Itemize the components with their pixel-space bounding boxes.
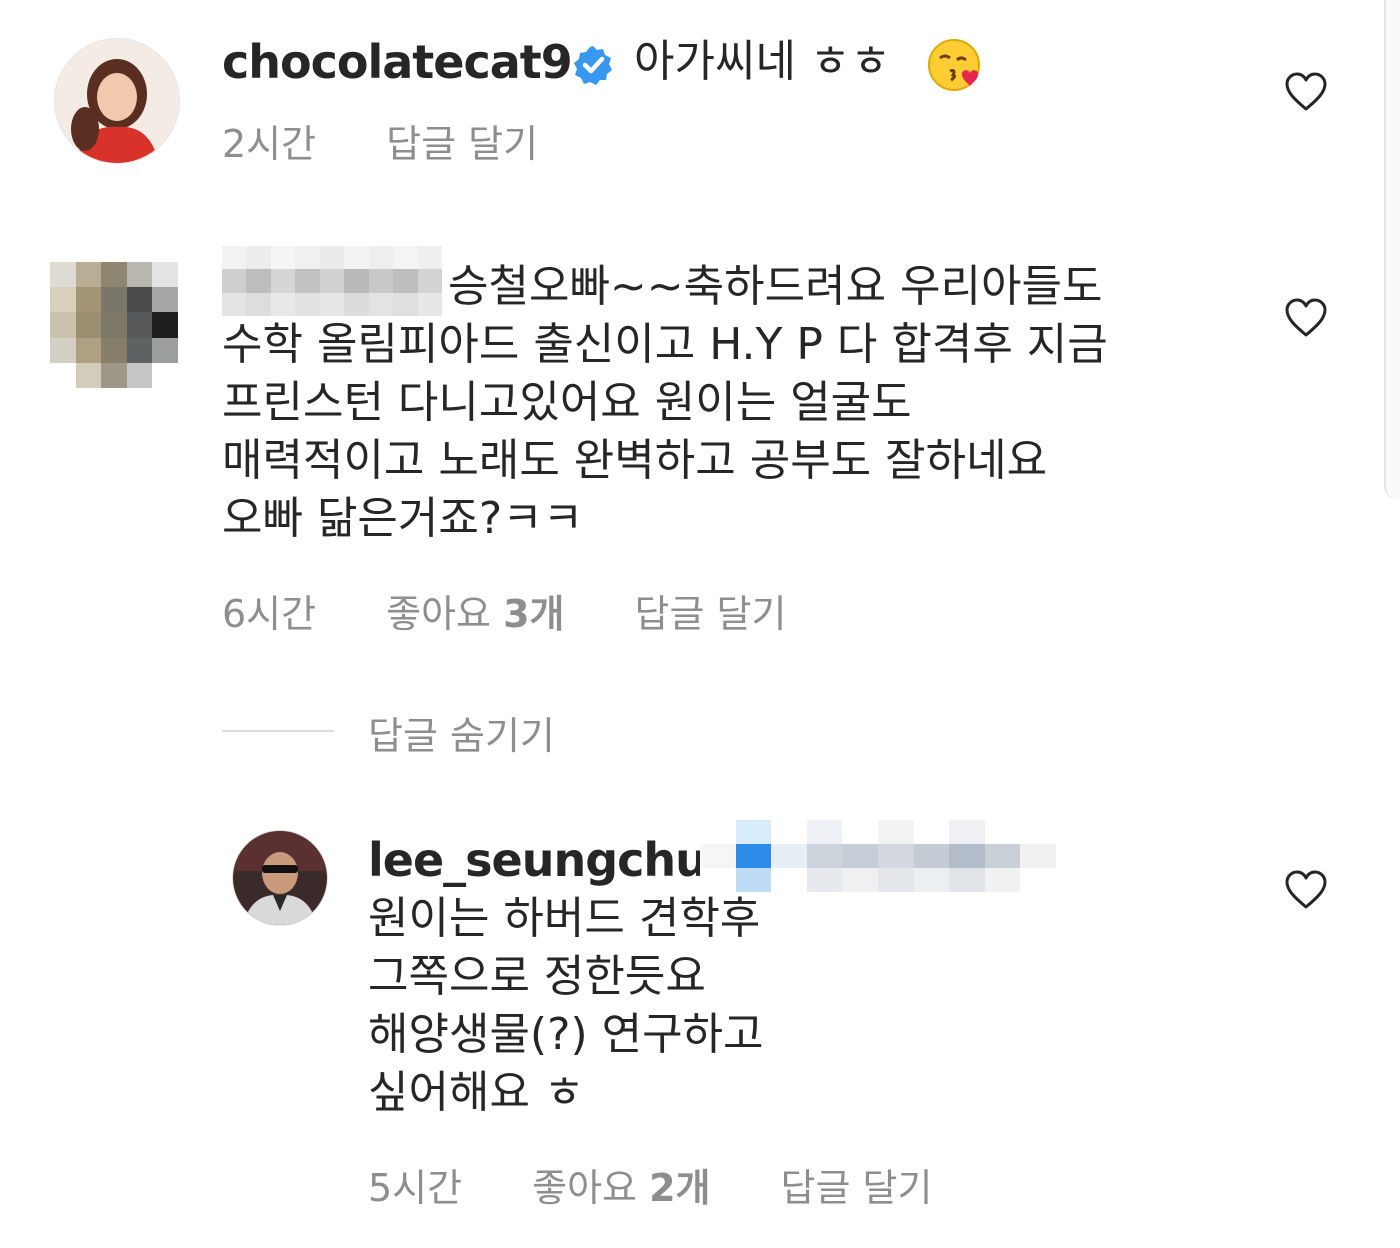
verified-badge-icon <box>574 46 612 85</box>
reply-meta: 5시간 좋아요 2개 답글 달기 <box>368 1158 1002 1210</box>
heart-icon[interactable] <box>1284 298 1328 338</box>
comment-1-text: 아가씨네 ㅎㅎ <box>634 36 891 87</box>
reply-username[interactable]: lee_seungchul <box>368 830 723 890</box>
reply-likes[interactable]: 좋아요 2개 <box>532 1157 710 1212</box>
comment-2-line: 오빠 닮은거죠?ㅋㅋ <box>222 493 584 544</box>
comment-2-time: 6시간 <box>222 591 317 636</box>
hide-replies-button[interactable]: 답글 숨기기 <box>368 706 555 758</box>
reply-reply-button[interactable]: 답글 달기 <box>780 1157 932 1212</box>
heart-icon[interactable] <box>1284 870 1328 910</box>
reply-text: 원이는 하버드 견학후 그쪽으로 정한듯요 해양생물(?) 연구하고 싶어해요 … <box>368 890 1168 1122</box>
reply-time: 5시간 <box>368 1165 463 1210</box>
kissing-emoji-icon <box>928 39 980 91</box>
avatar-portrait-image <box>55 39 179 163</box>
comment-1-username[interactable]: chocolatecat9 <box>222 32 573 92</box>
avatar-blurred[interactable] <box>50 262 178 388</box>
scrollbar[interactable] <box>1384 0 1400 500</box>
comment-2-line: 승철오빠~~축하드려요 우리아들도 <box>448 261 1103 312</box>
comment-2-meta: 6시간 좋아요 3개 답글 달기 <box>222 584 856 636</box>
comment-1-time: 2시간 <box>222 121 317 166</box>
comment-2-line: 프린스턴 다니고있어요 원이는 얼굴도 <box>222 377 912 428</box>
comment-2-line: 수학 올림피아드 출신이고 H.Y P 다 합격후 지금 <box>222 319 1108 370</box>
comment-2-likes[interactable]: 좋아요 3개 <box>386 583 564 638</box>
reply-mention-redaction <box>700 820 1056 892</box>
comment-1-reply-button[interactable]: 답글 달기 <box>386 113 538 168</box>
avatar-portrait-image <box>233 831 327 925</box>
comment-2-reply-button[interactable]: 답글 달기 <box>634 583 786 638</box>
reply-line: 싶어해요 ㅎ <box>368 1067 585 1118</box>
reply-line: 원이는 하버드 견학후 <box>368 893 761 944</box>
reply-line: 해양생물(?) 연구하고 <box>368 1009 764 1060</box>
avatar-lee-seungchul[interactable] <box>232 830 328 926</box>
heart-icon[interactable] <box>1284 72 1328 112</box>
comment-1-meta: 2시간 답글 달기 <box>222 114 608 166</box>
comment-2-text: 승철오빠~~축하드려요 우리아들도 수학 올림피아드 출신이고 H.Y P 다 … <box>222 258 1262 548</box>
comment-2-line: 매력적이고 노래도 완벽하고 공부도 잘하네요 <box>222 435 1048 486</box>
avatar-chocolatecat9[interactable] <box>54 38 180 164</box>
replies-divider <box>222 730 334 732</box>
reply-line: 그쪽으로 정한듯요 <box>368 951 706 1002</box>
